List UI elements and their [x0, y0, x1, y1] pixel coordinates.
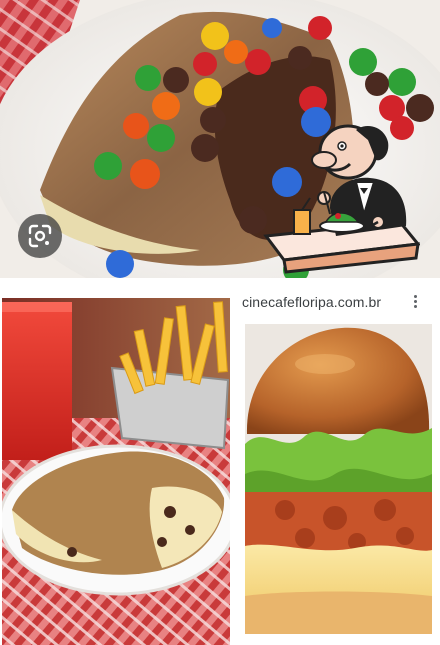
result-source-header: cinecafefloripa.com.br — [236, 286, 440, 320]
source-domain-label[interactable]: cinecafefloripa.com.br — [242, 294, 381, 310]
lens-search-button[interactable] — [18, 214, 62, 258]
google-lens-icon — [28, 224, 52, 248]
burger-photo — [245, 324, 432, 634]
restaurant-illustration — [260, 118, 420, 274]
result-image-crepe-fries[interactable] — [2, 298, 230, 645]
crepe-and-fries-photo — [2, 298, 230, 645]
dining-waiter-icon — [263, 124, 420, 274]
more-vert-icon[interactable] — [412, 293, 418, 311]
result-image-burger[interactable] — [245, 324, 432, 634]
